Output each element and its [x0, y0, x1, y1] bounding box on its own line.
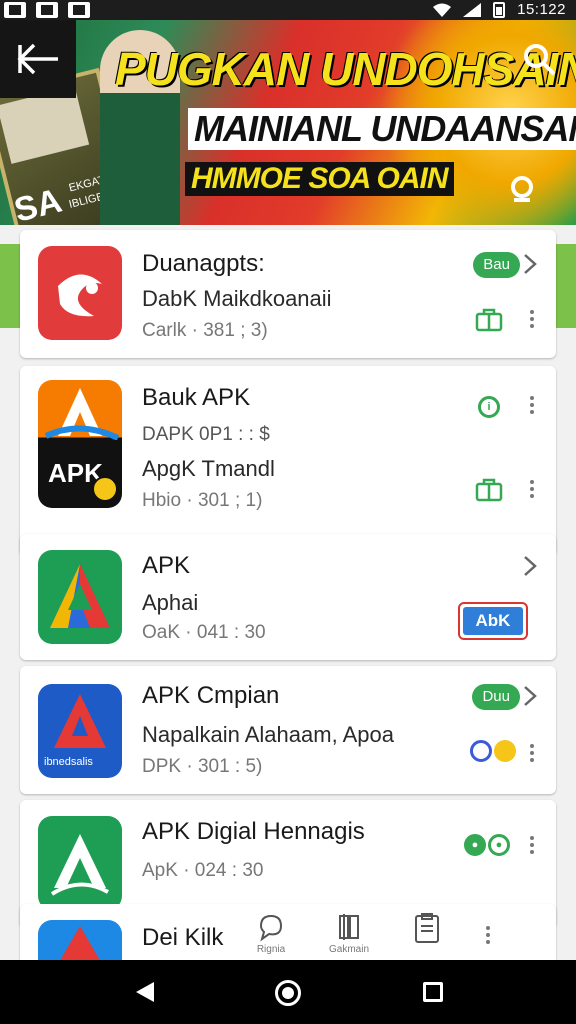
nav-recent-icon[interactable] — [423, 982, 443, 1002]
apk-logo-icon — [50, 834, 109, 896]
app-icon — [38, 550, 122, 644]
status-badge[interactable]: Bau — [473, 252, 520, 278]
app-icon — [38, 920, 122, 964]
notification-icon — [68, 2, 90, 18]
app-meta: Carlk · 381 ; 3) — [142, 320, 268, 341]
banner-photo-text: SA — [10, 181, 66, 225]
list-item[interactable]: APK Aphai OaK · 041 : 30 AbK — [20, 534, 556, 660]
more-options-icon[interactable] — [528, 742, 536, 764]
app-icon — [38, 816, 122, 910]
more-options-icon[interactable] — [528, 478, 536, 500]
app-icon — [38, 246, 122, 340]
install-button[interactable]: AbK — [458, 602, 528, 640]
back-button[interactable] — [0, 20, 76, 98]
more-options-icon[interactable] — [528, 394, 536, 416]
more-options-icon[interactable] — [528, 308, 536, 330]
app-subtitle: Napalkain Alahaam, Apoa — [142, 722, 394, 747]
nav-home-icon[interactable] — [275, 980, 301, 1006]
app-title: Duanagpts: — [142, 250, 265, 277]
app-title: APK Cmpian — [142, 682, 280, 709]
app-meta: Hbio · 301 ; 1) — [142, 490, 263, 511]
app-icon: ibnedsalis — [38, 684, 122, 778]
apk-logo-icon — [44, 388, 120, 441]
app-icon-caption: ibnedsalis — [44, 756, 93, 768]
tab-gakmain[interactable]: Gakmain — [328, 912, 370, 958]
banner-title: PUGKAN UNDOHSAIN — [115, 43, 576, 95]
info-icon[interactable]: i — [478, 396, 500, 418]
search-icon[interactable] — [522, 42, 558, 78]
app-meta: ApK · 024 : 30 — [142, 860, 264, 881]
apk-logo-icon — [54, 694, 106, 748]
chevron-right-icon[interactable] — [520, 252, 540, 276]
chat-bubble-icon — [259, 914, 283, 942]
chat-icon[interactable] — [508, 176, 536, 202]
tab-label: Gakmain — [328, 944, 369, 955]
app-title: APK — [142, 552, 191, 579]
list-item[interactable]: APK Bauk APK DAPK 0P1 : : $ ApgK Tmandl … — [20, 366, 556, 556]
status-badge[interactable]: Duu — [472, 684, 520, 710]
tab-rignia[interactable]: Rignia — [250, 912, 292, 958]
bottom-tabs: Rignia Gakmain — [250, 912, 492, 958]
more-options-icon[interactable] — [484, 924, 492, 946]
book-icon — [339, 914, 359, 940]
chevron-right-icon[interactable] — [520, 684, 540, 708]
tab-clipboard[interactable] — [406, 912, 448, 958]
apk-logo-icon — [58, 926, 102, 964]
chat-icon: ● — [488, 834, 510, 856]
app-title: APK Digial Hennagis — [142, 818, 365, 845]
wifi-icon — [433, 3, 452, 17]
app-meta: DPK · 301 : 5) — [142, 756, 263, 777]
shopping-bag-icon[interactable] — [474, 306, 504, 332]
more-options-icon[interactable] — [528, 834, 536, 856]
share-icon — [470, 740, 492, 762]
emoji-icon — [494, 740, 516, 762]
system-nav-bar — [0, 960, 576, 1024]
social-icons[interactable]: ● ● — [464, 834, 510, 856]
promo-banner[interactable]: SA EKGAT IBLIGEIOH PUGKAN UNDOHSAIN MAIN… — [0, 20, 576, 225]
app-title-secondary: ApgK Tmandl — [142, 456, 275, 481]
banner-subtitle: MAINIANL UNDAANSAN — [188, 108, 576, 150]
chat-icon: ● — [464, 834, 486, 856]
apk-logo-icon — [50, 564, 110, 628]
chevron-right-icon[interactable] — [520, 554, 540, 578]
app-subtitle: DAPK 0P1 : : $ — [142, 424, 270, 445]
app-title: Bauk APK — [142, 384, 251, 411]
coin-icon — [92, 476, 118, 502]
notification-icon — [36, 2, 58, 18]
app-icon: APK — [38, 380, 122, 508]
status-time: 15:122 — [517, 1, 566, 18]
status-bar: 15:122 — [0, 0, 576, 20]
list-item[interactable]: Duanagpts: DabK Maikdkoanaii Carlk · 381… — [20, 230, 556, 358]
app-subtitle: DabK Maikdkoanaii — [142, 286, 332, 311]
banner-tagline: HMMOE SOA OAIN — [185, 162, 454, 196]
app-meta: OaK · 041 : 30 — [142, 622, 266, 643]
app-subtitle: Aphai — [142, 590, 199, 615]
social-icons[interactable] — [470, 740, 516, 762]
nav-back-icon[interactable] — [134, 980, 156, 1004]
clipboard-icon — [415, 913, 439, 943]
back-arrow-icon — [17, 43, 58, 75]
tab-label: Rignia — [256, 944, 286, 955]
notification-icon — [4, 2, 26, 18]
signal-icon — [463, 2, 482, 17]
battery-icon — [493, 1, 506, 18]
app-title: Dei Kilk — [142, 924, 224, 951]
app-logo-icon — [58, 274, 102, 317]
shopping-bag-icon[interactable] — [474, 476, 504, 502]
list-item[interactable]: ibnedsalis APK Cmpian Napalkain Alahaam,… — [20, 666, 556, 794]
